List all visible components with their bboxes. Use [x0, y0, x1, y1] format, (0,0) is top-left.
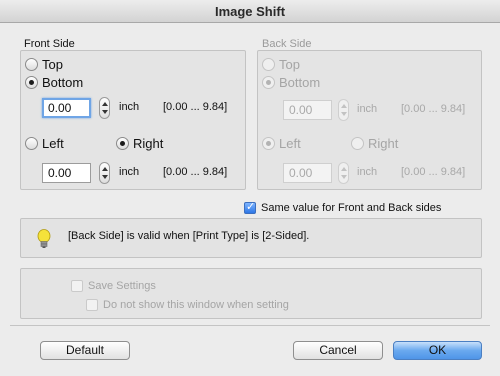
back-bottom-label: Bottom: [279, 74, 321, 90]
front-top-label: Top: [42, 56, 63, 72]
front-right-radio[interactable]: Right: [116, 135, 163, 151]
stepper-down-icon[interactable]: [341, 175, 347, 179]
back-top-label: Top: [279, 56, 300, 72]
back-vertical-range: [0.00 ... 9.84]: [401, 103, 466, 115]
back-side-group: Top Bottom 0.00 inch [0.00 ... 9.84] Lef…: [257, 50, 482, 190]
front-vertical-range: [0.00 ... 9.84]: [163, 101, 228, 113]
stepper-up-icon[interactable]: [341, 167, 347, 171]
front-top-radio[interactable]: Top: [25, 56, 63, 72]
divider: [10, 325, 490, 326]
front-side-label: Front Side: [24, 38, 75, 50]
front-left-radio[interactable]: Left: [25, 135, 64, 151]
front-vertical-unit: inch: [119, 101, 140, 113]
info-box: [Back Side] is valid when [Print Type] i…: [20, 218, 482, 258]
settings-group: Save Settings Do not show this window wh…: [20, 268, 482, 319]
window-title: Image Shift: [214, 4, 286, 19]
save-settings-label: Save Settings: [88, 280, 156, 292]
stepper-down-icon[interactable]: [341, 112, 347, 116]
lightbulb-icon: [37, 229, 51, 248]
front-side-group: Top Bottom 0.00 inch [0.00 ... 9.84] Lef…: [20, 50, 246, 190]
front-vertical-value-field[interactable]: 0.00: [42, 98, 91, 118]
back-left-label: Left: [279, 135, 301, 151]
do-not-show-label: Do not show this window when setting: [103, 299, 289, 311]
checkbox-icon: [71, 280, 83, 292]
back-bottom-radio[interactable]: Bottom: [262, 74, 320, 90]
front-horizontal-unit: inch: [119, 166, 140, 178]
front-vertical-stepper[interactable]: [99, 97, 110, 119]
cancel-button[interactable]: Cancel: [293, 341, 383, 360]
radio-selected-icon: [116, 136, 129, 150]
back-vertical-value-field[interactable]: 0.00: [283, 100, 332, 120]
back-right-label: Right: [368, 135, 399, 151]
front-horizontal-range: [0.00 ... 9.84]: [163, 166, 228, 178]
same-value-label: Same value for Front and Back sides: [261, 202, 442, 214]
stepper-up-icon[interactable]: [102, 102, 108, 106]
back-side-label: Back Side: [262, 38, 312, 50]
radio-selected-icon: [25, 75, 38, 89]
ok-button[interactable]: OK: [393, 341, 482, 360]
back-horizontal-range: [0.00 ... 9.84]: [401, 166, 466, 178]
default-button[interactable]: Default: [40, 341, 130, 360]
back-left-radio[interactable]: Left: [262, 135, 301, 151]
front-left-label: Left: [42, 135, 64, 151]
stepper-down-icon[interactable]: [102, 110, 108, 114]
front-horizontal-stepper[interactable]: [99, 162, 110, 184]
back-horizontal-stepper[interactable]: [338, 162, 349, 184]
save-settings-checkbox[interactable]: Save Settings: [71, 279, 156, 293]
info-text: [Back Side] is valid when [Print Type] i…: [68, 230, 310, 242]
back-right-radio[interactable]: Right: [351, 135, 398, 151]
stepper-down-icon[interactable]: [102, 175, 108, 179]
stepper-up-icon[interactable]: [341, 104, 347, 108]
front-right-label: Right: [133, 135, 164, 151]
back-vertical-stepper[interactable]: [338, 99, 349, 121]
do-not-show-checkbox[interactable]: Do not show this window when setting: [86, 298, 289, 312]
front-bottom-label: Bottom: [42, 74, 84, 90]
same-value-checkbox[interactable]: Same value for Front and Back sides: [244, 200, 442, 215]
back-top-radio[interactable]: Top: [262, 56, 300, 72]
radio-selected-icon: [262, 75, 275, 89]
radio-icon: [262, 57, 275, 71]
back-horizontal-value-field[interactable]: 0.00: [283, 163, 332, 183]
stepper-up-icon[interactable]: [102, 167, 108, 171]
radio-selected-icon: [262, 136, 275, 150]
title-bar: Image Shift: [0, 0, 500, 23]
front-bottom-radio[interactable]: Bottom: [25, 74, 83, 90]
checkbox-checked-icon: [244, 200, 256, 214]
radio-icon: [25, 136, 38, 150]
radio-icon: [25, 57, 38, 71]
radio-icon: [351, 136, 364, 150]
back-vertical-unit: inch: [357, 103, 378, 115]
front-horizontal-value-field[interactable]: 0.00: [42, 163, 91, 183]
back-horizontal-unit: inch: [357, 166, 378, 178]
checkbox-icon: [86, 299, 98, 311]
